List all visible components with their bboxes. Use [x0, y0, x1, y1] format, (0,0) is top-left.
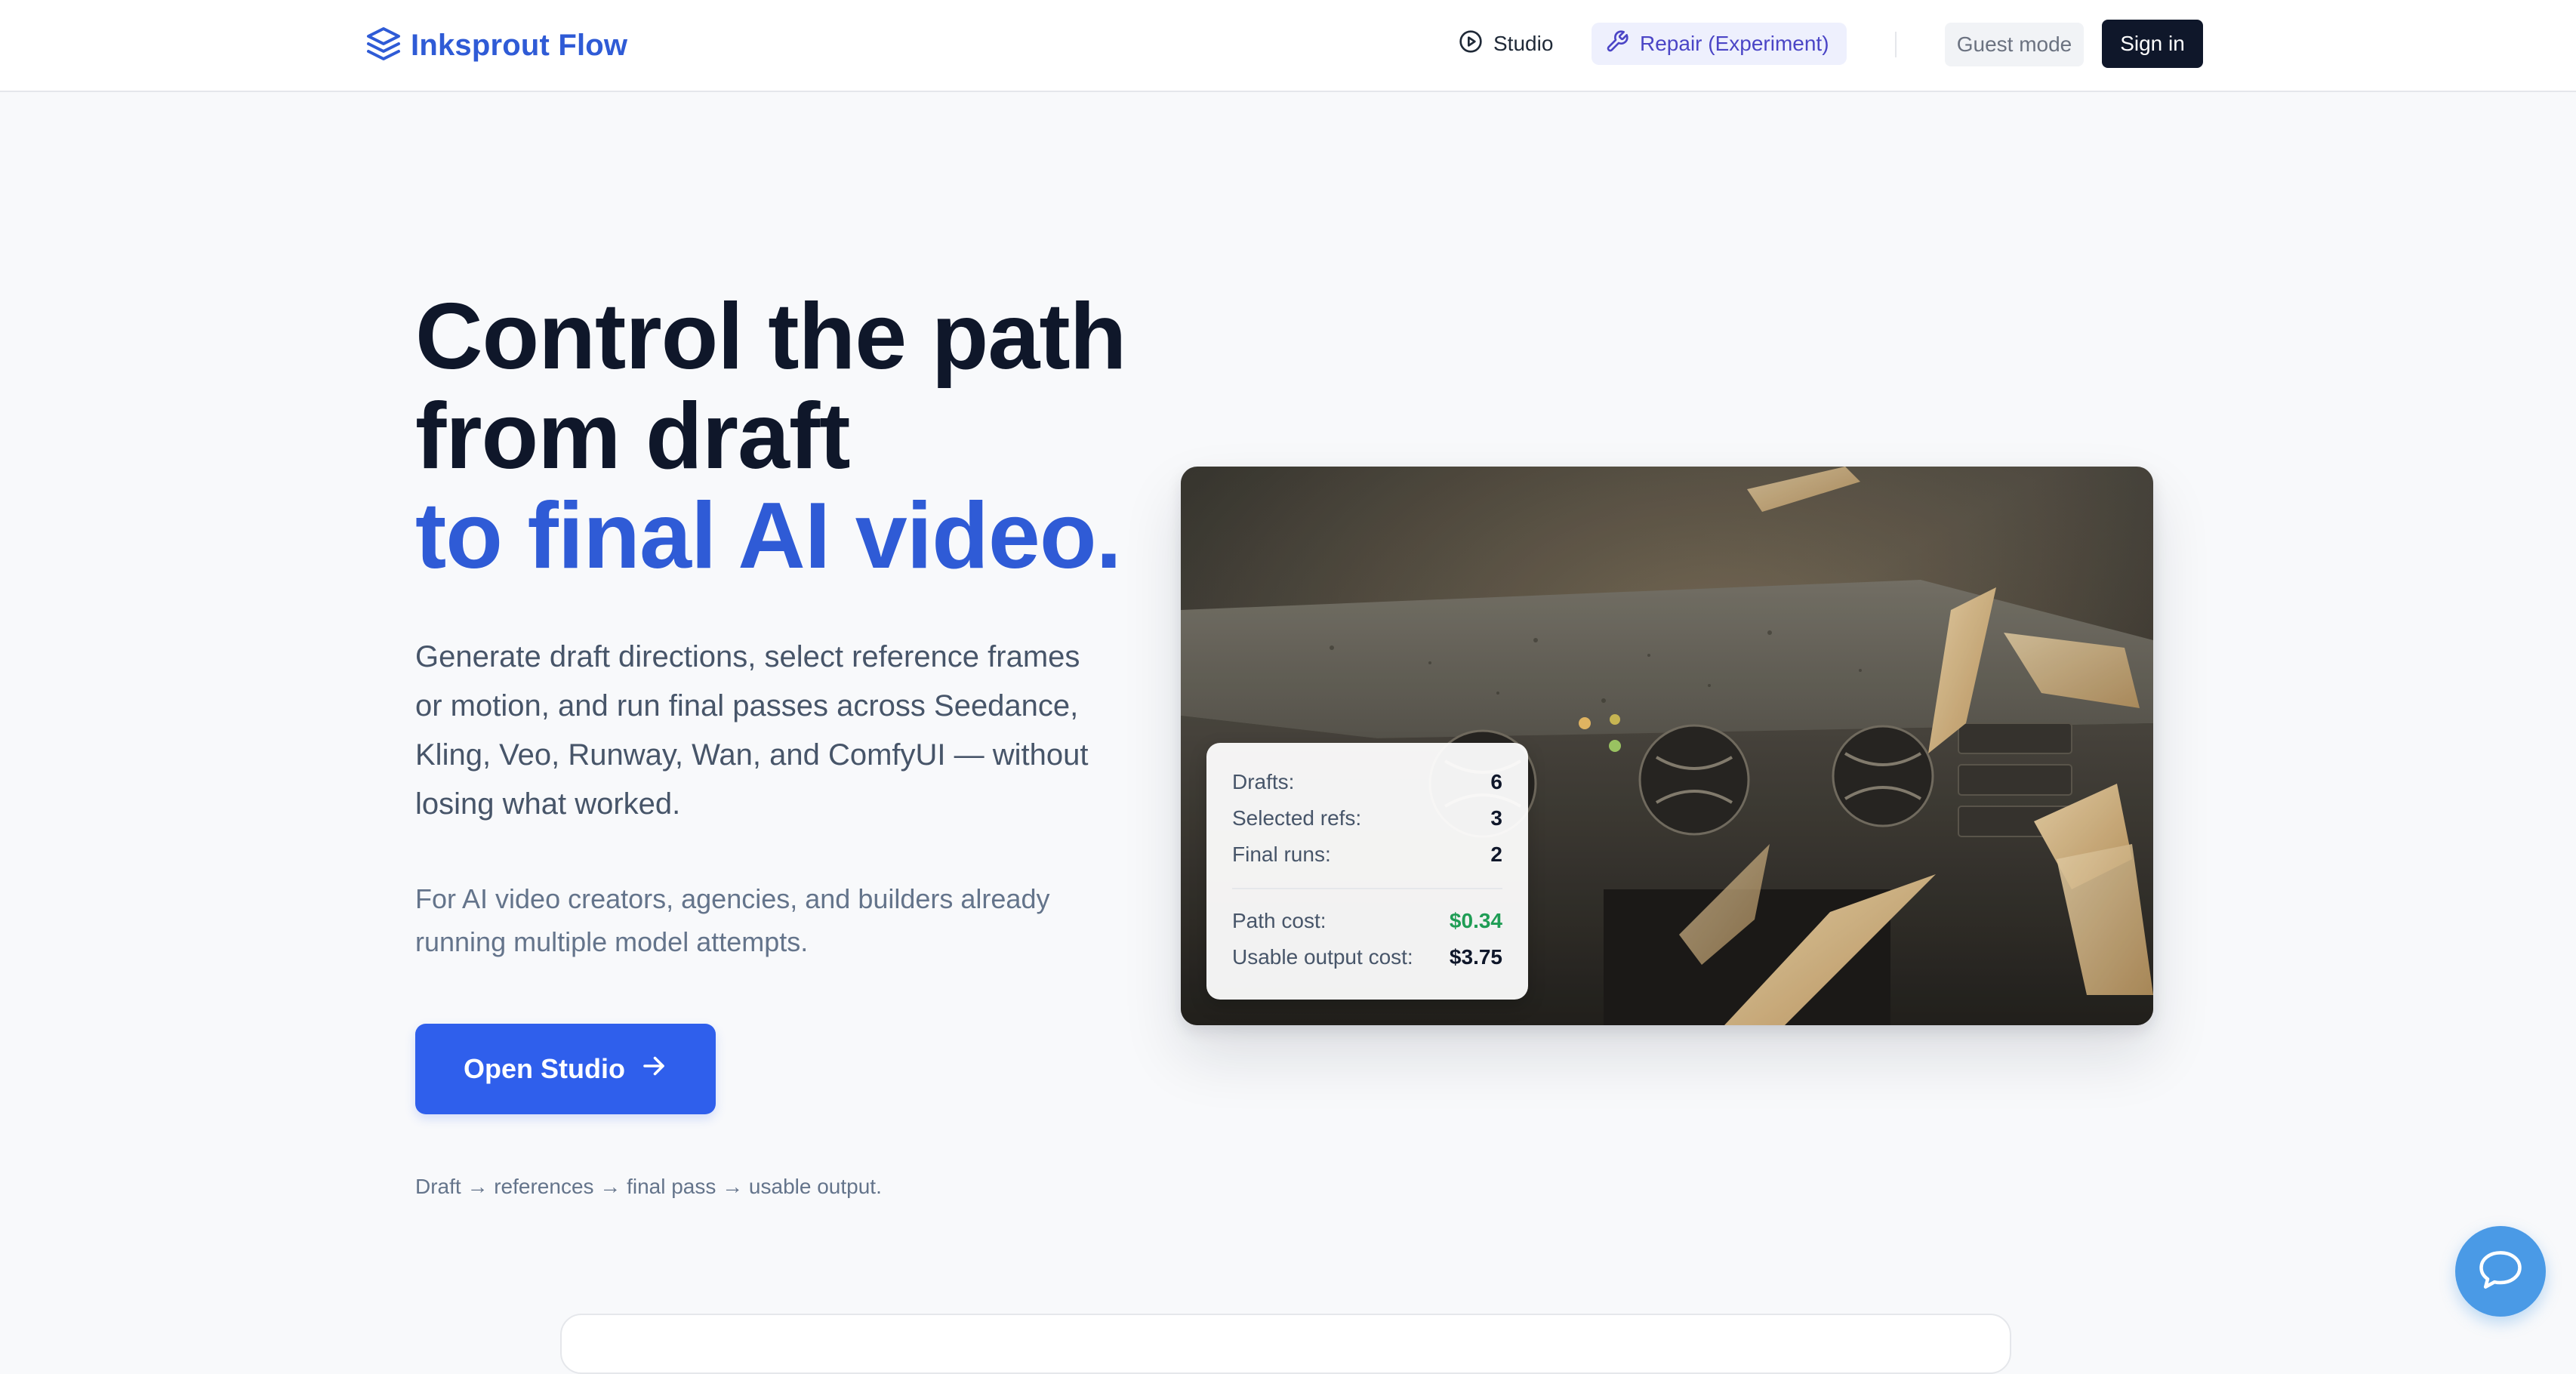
nav-repair-link[interactable]: Repair (Experiment)	[1592, 23, 1847, 65]
hero-title-accent: to final AI video.	[415, 484, 1122, 588]
hero-audience-text: For AI video creators, agencies, and bui…	[415, 883, 1050, 957]
play-circle-icon	[1459, 29, 1483, 59]
stat-final-runs: Final runs: 2	[1232, 836, 1502, 873]
stat-runs-value: 2	[1490, 843, 1502, 866]
stat-drafts: Drafts: 6	[1232, 764, 1502, 800]
stat-refs-value: 3	[1490, 806, 1502, 830]
brand-name: Inksprout Flow	[411, 28, 628, 62]
layers-icon	[365, 26, 402, 66]
hero-title-line-2: from draft	[415, 384, 851, 488]
nav-studio-label: Studio	[1493, 32, 1554, 55]
top-nav: Inksprout Flow Studio Repair (Experiment…	[0, 0, 2576, 92]
stat-usable-cost: Usable output cost: $3.75	[1232, 939, 1502, 975]
stat-runs-label: Final runs:	[1232, 843, 1331, 866]
stat-drafts-value: 6	[1490, 770, 1502, 793]
stat-drafts-label: Drafts:	[1232, 770, 1295, 793]
path-stats-card: Drafts: 6 Selected refs: 3 Final runs: 2…	[1206, 743, 1528, 1000]
stat-path-cost-label: Path cost:	[1232, 909, 1327, 932]
hero-title-line-1: Control the path	[415, 285, 1126, 389]
brand-logo-link[interactable]: Inksprout Flow	[365, 23, 627, 68]
arrow-right-icon	[640, 1052, 667, 1086]
stat-usable-cost-value: $3.75	[1449, 945, 1502, 969]
guest-mode-badge: Guest mode	[1945, 23, 2084, 66]
nav-repair-label: Repair (Experiment)	[1640, 32, 1829, 55]
chat-bubble-icon	[2475, 1244, 2526, 1299]
stat-refs-label: Selected refs:	[1232, 806, 1362, 830]
stat-path-cost: Path cost: $0.34	[1232, 903, 1502, 939]
stat-path-cost-value: $0.34	[1449, 909, 1502, 932]
stat-usable-cost-label: Usable output cost:	[1232, 945, 1413, 969]
wrench-icon	[1605, 29, 1629, 59]
flow-note: Draft → references → final pass → usable…	[415, 1175, 882, 1198]
nav-divider	[1895, 32, 1897, 57]
chat-button[interactable]	[2455, 1226, 2546, 1317]
stat-selected-refs: Selected refs: 3	[1232, 800, 1502, 836]
nav-studio-link[interactable]: Studio	[1457, 23, 1555, 65]
open-studio-label: Open Studio	[464, 1053, 625, 1084]
open-studio-button[interactable]: Open Studio	[415, 1024, 716, 1114]
hero-title: Control the path from draft to final AI …	[415, 287, 1170, 586]
hero-description: Generate draft directions, select refere…	[415, 640, 1089, 821]
sign-in-button[interactable]: Sign in	[2102, 20, 2203, 68]
next-section-card	[560, 1314, 2011, 1374]
stats-divider	[1232, 888, 1502, 889]
